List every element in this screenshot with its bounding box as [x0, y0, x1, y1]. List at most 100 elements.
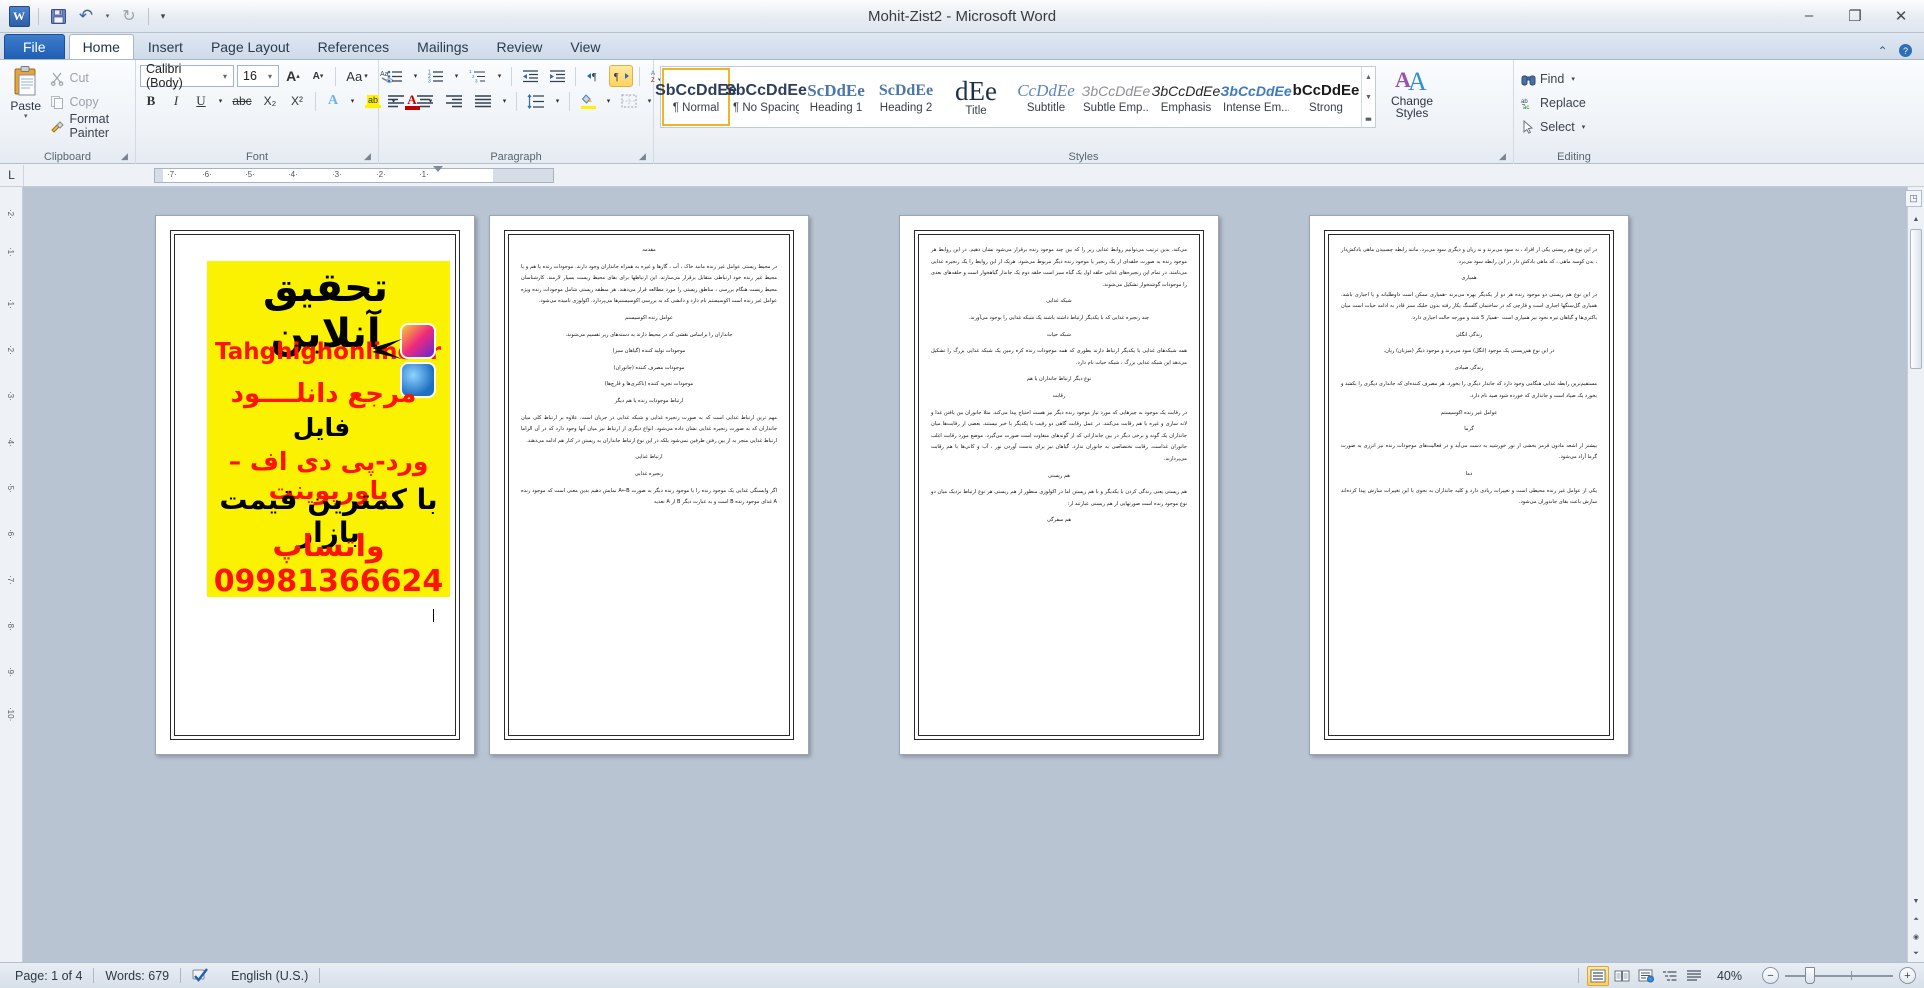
document-page-4[interactable]: در این نوع هم زیستی یکی از افراد ، نه سو…: [1309, 215, 1629, 755]
style-title[interactable]: dEe Title: [942, 68, 1010, 126]
zoom-slider-thumb[interactable]: [1805, 966, 1815, 984]
view-full-screen-reading-button[interactable]: [1611, 966, 1633, 986]
line-spacing-dropdown-icon[interactable]: ▾: [552, 90, 563, 112]
document-page-3[interactable]: می‌کند. بدین ترتیب می‌توانیم روابط غذایی…: [899, 215, 1219, 755]
page-3-text[interactable]: می‌کند. بدین ترتیب می‌توانیم روابط غذایی…: [931, 245, 1187, 725]
advertisement-image[interactable]: تحقیق آنلاین Tahghighonline.ir مرجع دانل…: [207, 261, 450, 597]
minimize-ribbon-icon[interactable]: ⌃: [1874, 42, 1891, 59]
previous-page-button[interactable]: ⏶: [1908, 911, 1924, 928]
style-emphasis[interactable]: ЗbCcDdEe Emphasis: [1152, 68, 1221, 126]
copy-button[interactable]: Copy: [47, 90, 131, 114]
style-strong[interactable]: bCcDdEe Strong: [1292, 68, 1360, 126]
grow-font-icon[interactable]: A ▴: [282, 65, 304, 87]
language-indicator[interactable]: English (U.S.): [220, 965, 319, 986]
bullets-icon[interactable]: [383, 65, 407, 87]
vertical-scrollbar[interactable]: ◳ ▲ ▼ ⏶ ◉ ⏷: [1905, 187, 1924, 962]
shrink-font-icon[interactable]: A ▾: [307, 65, 329, 87]
style-subtle-emphasis[interactable]: ЗbCcDdEe Subtle Emp...: [1082, 68, 1151, 126]
line-spacing-icon[interactable]: [523, 90, 549, 112]
page-4-text[interactable]: در این نوع هم زیستی یکی از افراد ، نه سو…: [1341, 245, 1597, 725]
decrease-indent-icon[interactable]: [518, 65, 542, 87]
tab-file[interactable]: File: [4, 34, 65, 59]
maximize-button[interactable]: ❐: [1832, 0, 1878, 32]
align-left-icon[interactable]: [383, 90, 409, 112]
tab-home[interactable]: Home: [68, 34, 134, 59]
word-count[interactable]: Words: 679: [94, 965, 180, 986]
numbering-dropdown-icon[interactable]: ▾: [451, 65, 462, 87]
select-browse-object-button[interactable]: ◳: [1905, 190, 1922, 207]
zoom-in-button[interactable]: +: [1899, 967, 1916, 984]
align-center-icon[interactable]: [412, 90, 438, 112]
document-page-1[interactable]: تحقیق آنلاین Tahghighonline.ir مرجع دانل…: [155, 215, 475, 755]
redo-icon[interactable]: ↻: [116, 4, 142, 28]
bullets-dropdown-icon[interactable]: ▾: [410, 65, 421, 87]
tab-stop-selector[interactable]: L: [0, 164, 24, 186]
scrollbar-thumb[interactable]: [1910, 229, 1922, 369]
change-case-icon[interactable]: Aa ▾: [342, 65, 372, 87]
undo-dropdown-arrow[interactable]: ▾: [101, 4, 114, 28]
multilevel-list-icon[interactable]: 123: [465, 65, 491, 87]
italic-button[interactable]: I: [165, 90, 187, 112]
view-draft-button[interactable]: [1683, 966, 1705, 986]
tab-review[interactable]: Review: [483, 34, 557, 59]
increase-indent-icon[interactable]: [545, 65, 569, 87]
customize-quick-access-toolbar-icon[interactable]: ▾: [155, 4, 171, 28]
style-normal[interactable]: ЅbCcDdEe ¶ Normal: [655, 68, 737, 126]
page-2-text[interactable]: مقدمه در محیط زیستی عوامل غیر زنده مانند…: [521, 245, 777, 725]
view-print-layout-button[interactable]: [1586, 965, 1609, 986]
view-web-layout-button[interactable]: [1635, 966, 1657, 986]
select-button[interactable]: Select ▾: [1518, 115, 1588, 139]
underline-button[interactable]: U: [190, 90, 212, 112]
minimize-button[interactable]: –: [1786, 0, 1832, 32]
scroll-down-button[interactable]: ▼: [1908, 893, 1924, 910]
proofing-status[interactable]: [181, 965, 220, 986]
tab-references[interactable]: References: [304, 34, 404, 59]
text-effects-dropdown-icon[interactable]: ▾: [347, 90, 358, 112]
strikethrough-button[interactable]: abc: [229, 90, 255, 112]
paragraph-dialog-launcher[interactable]: ◢: [639, 151, 650, 162]
style-heading-2[interactable]: ЅcDdEe Heading 2: [872, 68, 940, 126]
styles-scroll-down-button[interactable]: ▼: [1362, 87, 1375, 107]
tab-mailings[interactable]: Mailings: [403, 34, 482, 59]
paste-button[interactable]: Paste ▾: [4, 63, 47, 120]
help-icon[interactable]: ?: [1897, 42, 1914, 59]
scroll-up-button[interactable]: ▲: [1908, 211, 1924, 228]
word-app-icon[interactable]: W: [6, 4, 32, 28]
browse-object-button[interactable]: ◉: [1908, 928, 1924, 945]
style-heading-1[interactable]: ЅcDdEe Heading 1: [802, 68, 870, 126]
zoom-track[interactable]: [1785, 966, 1893, 984]
tab-page-layout[interactable]: Page Layout: [197, 34, 304, 59]
next-page-button[interactable]: ⏷: [1908, 945, 1924, 962]
close-button[interactable]: ✕: [1878, 0, 1924, 32]
style-no-spacing[interactable]: ЅbCcDdEe ¶ No Spacing: [725, 68, 807, 126]
align-right-icon[interactable]: [441, 90, 467, 112]
zoom-out-button[interactable]: −: [1762, 967, 1779, 984]
style-subtitle[interactable]: CcDdEe Subtitle: [1012, 68, 1080, 126]
superscript-button[interactable]: X²: [285, 90, 309, 112]
bold-button[interactable]: B: [140, 90, 162, 112]
page-indicator[interactable]: Page: 1 of 4: [4, 965, 93, 986]
zoom-level[interactable]: 40%: [1707, 965, 1752, 986]
clipboard-dialog-launcher[interactable]: ◢: [121, 151, 132, 162]
ltr-text-direction-icon[interactable]: ¶: [582, 65, 606, 87]
justify-icon[interactable]: [470, 90, 496, 112]
styles-more-button[interactable]: ▃: [1362, 107, 1375, 127]
justify-dropdown-icon[interactable]: ▾: [499, 90, 510, 112]
text-effects-icon[interactable]: A: [322, 90, 344, 112]
numbering-icon[interactable]: 123: [424, 65, 448, 87]
font-size-combo[interactable]: 16 ▾: [237, 65, 279, 87]
font-name-combo[interactable]: Calibri (Body) ▾: [140, 62, 234, 90]
indent-marker[interactable]: [433, 165, 443, 172]
shading-dropdown-icon[interactable]: ▾: [603, 90, 614, 112]
view-outline-button[interactable]: [1659, 966, 1681, 986]
replace-button[interactable]: ab ac Replace: [1518, 91, 1589, 115]
tab-insert[interactable]: Insert: [134, 34, 197, 59]
vertical-ruler[interactable]: ·2· ·1· ·1· ·2· ·3· ·4· ·5· ·6· ·7· ·8· ·9· ·1…: [0, 187, 23, 962]
styles-scroll-up-button[interactable]: ▲: [1362, 67, 1375, 87]
underline-dropdown-icon[interactable]: ▾: [215, 90, 226, 112]
borders-icon[interactable]: [617, 90, 641, 112]
font-dialog-launcher[interactable]: ◢: [364, 151, 375, 162]
subscript-button[interactable]: X₂: [258, 90, 282, 112]
tab-view[interactable]: View: [556, 34, 614, 59]
change-styles-button[interactable]: A A Change Styles: [1382, 63, 1442, 119]
